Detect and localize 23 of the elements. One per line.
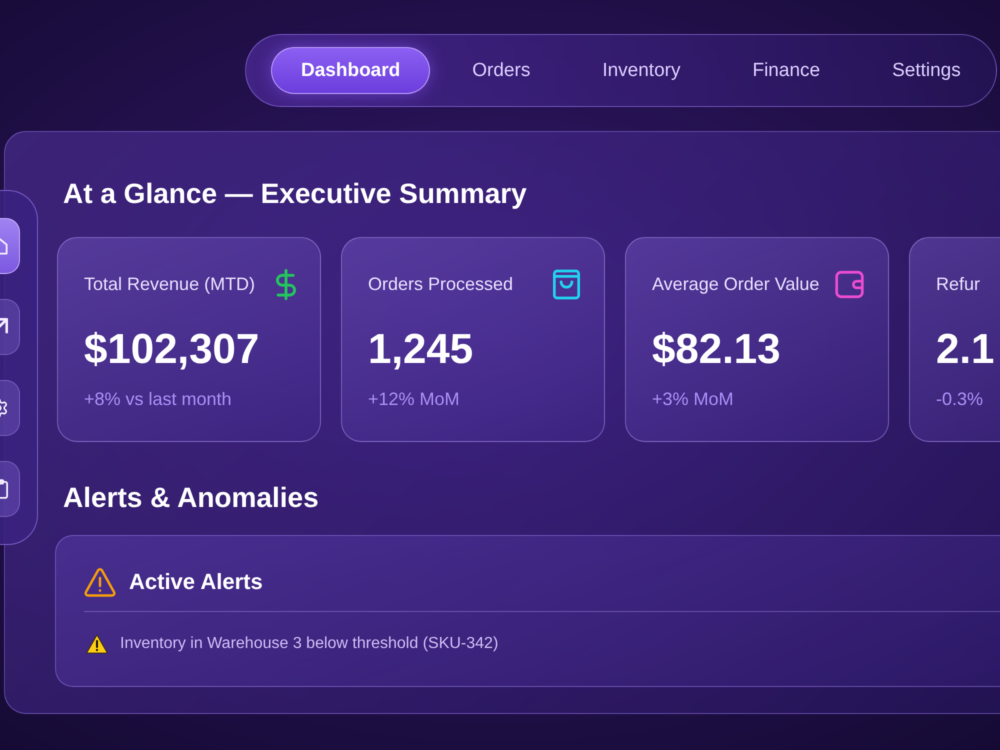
kpi-change: +8% vs last month xyxy=(84,388,232,411)
section-heading: At a Glance — Executive Summary xyxy=(63,177,527,211)
nav-tab[interactable]: Orders xyxy=(442,47,560,94)
nav-tab[interactable]: Finance xyxy=(722,47,850,94)
warning-icon xyxy=(84,566,116,596)
kpi-value: $82.13 xyxy=(652,324,780,374)
kpi-label: Total Revenue (MTD) xyxy=(84,274,256,295)
nav-tab[interactable]: Inventory xyxy=(572,47,710,94)
kpi-change: +12% MoM xyxy=(368,388,460,411)
nav-tab[interactable]: Settings xyxy=(862,47,991,94)
alert-text: Inventory in Warehouse 3 below threshold (SKU-342) xyxy=(120,635,498,653)
kpi-change: -0.3% xyxy=(936,388,984,411)
section-heading: Alerts & Anomalies xyxy=(63,481,319,515)
kpi-label: Orders Processed xyxy=(368,274,514,295)
kpi-value: 2.1 xyxy=(936,324,994,374)
alerts-title: Active Alerts xyxy=(129,568,263,594)
kpi-label: Refur xyxy=(936,274,980,295)
warning-icon xyxy=(86,634,108,654)
kpi-value: 1,245 xyxy=(368,324,474,374)
kpi-label: Average Order Value xyxy=(652,274,820,295)
kpi-value: $102,307 xyxy=(84,324,260,374)
nav-tab[interactable]: Dashboard xyxy=(271,47,430,94)
kpi-change: +3% MoM xyxy=(652,388,734,411)
